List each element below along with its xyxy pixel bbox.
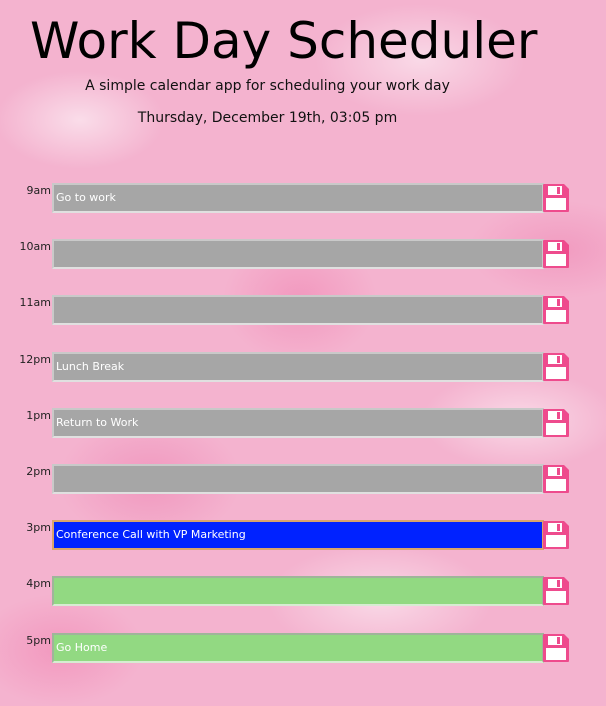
event-description-input[interactable]: Go to work [52, 183, 544, 213]
floppy-disk-icon [542, 408, 570, 442]
page-title: Work Day Scheduler [30, 12, 538, 70]
time-block-row: 11am [0, 295, 606, 326]
event-description-input[interactable] [52, 295, 544, 326]
floppy-disk-icon [542, 352, 570, 386]
hour-label: 2pm [26, 465, 51, 478]
hour-label: 1pm [26, 408, 51, 422]
time-block-row: 9am Go to work [0, 183, 606, 213]
hour-label: 11am [19, 296, 51, 310]
floppy-disk-icon [542, 521, 570, 554]
floppy-disk-icon [542, 184, 570, 217]
save-button[interactable] [542, 633, 570, 663]
time-block-row: 3pm Conference Call with VP Marketing [0, 520, 606, 551]
current-date: Thursday, December 19th, 03:05 pm [137, 110, 398, 126]
save-button[interactable] [542, 183, 570, 213]
save-button[interactable] [542, 408, 570, 438]
event-description-input[interactable] [52, 576, 544, 607]
save-button[interactable] [542, 464, 570, 494]
hour-label: 3pm [26, 521, 51, 535]
save-button[interactable] [542, 352, 570, 382]
event-description-input[interactable]: Lunch Break [52, 351, 544, 382]
event-description-input[interactable]: Conference Call with VP Marketing [52, 520, 544, 551]
save-button[interactable] [542, 239, 570, 269]
floppy-disk-icon [542, 296, 570, 329]
hour-label: 5pm [26, 633, 51, 647]
time-block-row: 10am [0, 239, 606, 270]
save-button[interactable] [542, 576, 570, 606]
floppy-disk-icon [542, 577, 570, 610]
save-button[interactable] [542, 295, 570, 325]
hour-label: 9am [26, 184, 51, 197]
floppy-disk-icon [542, 465, 570, 498]
event-description-input[interactable]: Go Home [52, 632, 544, 663]
hour-label: 4pm [26, 577, 51, 591]
event-description-input[interactable]: Return to Work [52, 407, 544, 438]
floppy-disk-icon [542, 633, 570, 667]
time-block-row: 5pm Go Home [0, 632, 606, 663]
time-block-row: 4pm [0, 576, 606, 607]
save-button[interactable] [542, 520, 570, 550]
hour-label: 12pm [19, 352, 51, 366]
floppy-disk-icon [542, 240, 570, 273]
event-description-input[interactable] [52, 239, 544, 270]
hour-label: 10am [19, 240, 51, 254]
time-block-row: 1pm Return to Work [0, 407, 606, 438]
event-description-input[interactable] [52, 464, 544, 494]
time-block-row: 2pm [0, 464, 606, 494]
time-block-row: 12pm Lunch Break [0, 351, 606, 382]
page-subtitle: A simple calendar app for scheduling you… [85, 78, 450, 94]
